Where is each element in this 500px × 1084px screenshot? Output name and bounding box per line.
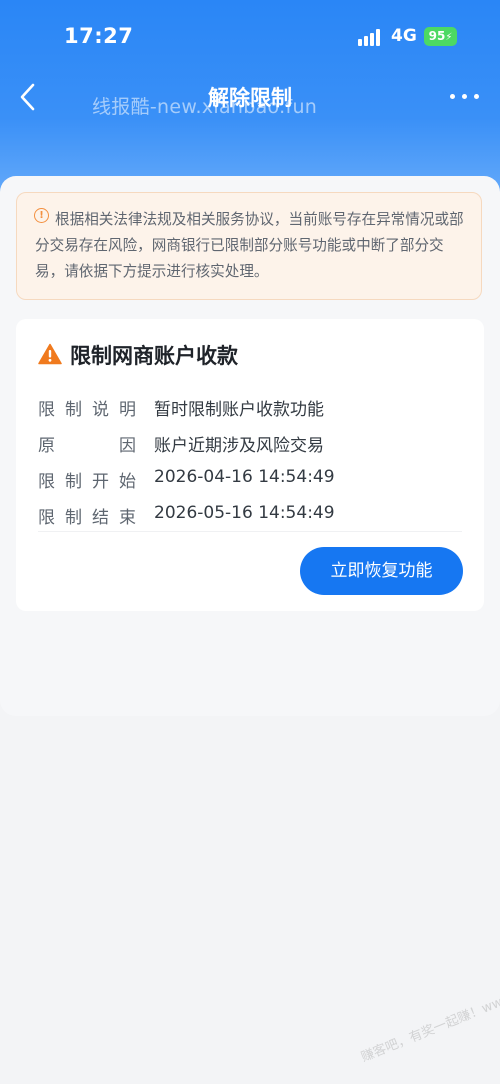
- row-value: 2026-05-16 14:54:49: [154, 503, 335, 523]
- row-value: 账户近期涉及风险交易: [154, 436, 324, 456]
- nav-bar: 解除限制 线报酷-new.xianbao.fun: [0, 74, 500, 120]
- row-value: 2026-04-16 14:54:49: [154, 467, 335, 487]
- row-value: 暂时限制账户收款功能: [154, 400, 324, 420]
- watermark-text: 线报酷-new.xianbao.fun: [92, 96, 318, 118]
- battery-icon: 95⚡: [424, 27, 457, 46]
- screen: 17:27 4G 95⚡ 解除限制 线报酷-new.xianbao.fun !: [0, 0, 500, 1084]
- status-time: 17:27: [64, 24, 134, 48]
- restriction-card: 限制网商账户收款 限 制 说 明 暂时限制账户收款功能 原 因 账户近期涉及风险…: [16, 319, 484, 611]
- watermark-stamp: 赚客吧，有奖一起赚！www.zuanke8.com: [359, 957, 500, 1066]
- restore-function-button[interactable]: 立即恢复功能: [300, 547, 463, 595]
- more-icon: [450, 94, 455, 99]
- more-button[interactable]: [448, 86, 482, 106]
- card-title: 限制网商账户收款: [70, 344, 238, 368]
- risk-notice: ! 根据相关法律法规及相关服务协议，当前账号存在异常情况或部分交易存在风险，网商…: [16, 192, 482, 300]
- notice-text: 根据相关法律法规及相关服务协议，当前账号存在异常情况或部分交易存在风险，网商银行…: [35, 211, 464, 280]
- status-bar: 17:27 4G 95⚡: [0, 0, 500, 70]
- battery-level: 95: [428, 29, 446, 43]
- charging-icon: ⚡: [445, 32, 453, 43]
- divider: [38, 531, 462, 532]
- warning-icon: [38, 343, 62, 365]
- signal-icon: [358, 29, 384, 46]
- network-type: 4G: [391, 26, 417, 46]
- info-icon: !: [34, 208, 49, 223]
